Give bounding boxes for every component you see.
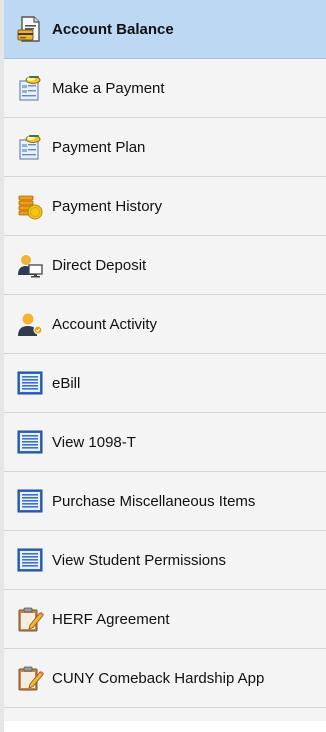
nav-item-label: Account Balance: [52, 20, 174, 38]
person-monitor-icon: [16, 251, 44, 279]
payment-form-icon: [16, 74, 44, 102]
document-list-icon: [16, 546, 44, 574]
coins-history-icon: [16, 192, 44, 220]
side-navigation: Account Balance Make a Payment Payment P…: [0, 0, 326, 732]
nav-item-label: View 1098-T: [52, 433, 136, 451]
nav-item-payment-history[interactable]: Payment History: [0, 177, 326, 236]
nav-item-partial: [0, 708, 326, 721]
nav-item-view-student-permissions[interactable]: View Student Permissions: [0, 531, 326, 590]
payment-form-icon: [16, 133, 44, 161]
account-balance-icon: [16, 15, 44, 43]
nav-item-herf-agreement[interactable]: HERF Agreement: [0, 590, 326, 649]
nav-item-label: Account Activity: [52, 315, 158, 333]
nav-item-label: Direct Deposit: [52, 256, 147, 274]
clipboard-pencil-icon: [16, 605, 44, 633]
nav-item-view-1098-t[interactable]: View 1098-T: [0, 413, 326, 472]
nav-item-label: Purchase Miscellaneous Items: [52, 492, 256, 510]
nav-item-label: Payment Plan: [52, 138, 146, 156]
nav-item-purchase-miscellaneous-items[interactable]: Purchase Miscellaneous Items: [0, 472, 326, 531]
person-activity-icon: [16, 310, 44, 338]
nav-item-cuny-comeback-hardship-app[interactable]: CUNY Comeback Hardship App: [0, 649, 326, 708]
nav-item-label: CUNY Comeback Hardship App: [52, 669, 265, 687]
nav-item-ebill[interactable]: eBill: [0, 354, 326, 413]
nav-item-label: Payment History: [52, 197, 163, 215]
nav-item-account-balance[interactable]: Account Balance: [0, 0, 326, 59]
document-list-icon: [16, 369, 44, 397]
nav-item-label: Make a Payment: [52, 79, 165, 97]
nav-item-make-a-payment[interactable]: Make a Payment: [0, 59, 326, 118]
nav-item-label: HERF Agreement: [52, 610, 170, 628]
nav-item-direct-deposit[interactable]: Direct Deposit: [0, 236, 326, 295]
nav-item-payment-plan[interactable]: Payment Plan: [0, 118, 326, 177]
document-list-icon: [16, 487, 44, 515]
nav-item-account-activity[interactable]: Account Activity: [0, 295, 326, 354]
document-list-icon: [16, 428, 44, 456]
clipboard-pencil-icon: [16, 664, 44, 692]
nav-item-label: View Student Permissions: [52, 551, 226, 569]
nav-item-label: eBill: [52, 374, 81, 392]
